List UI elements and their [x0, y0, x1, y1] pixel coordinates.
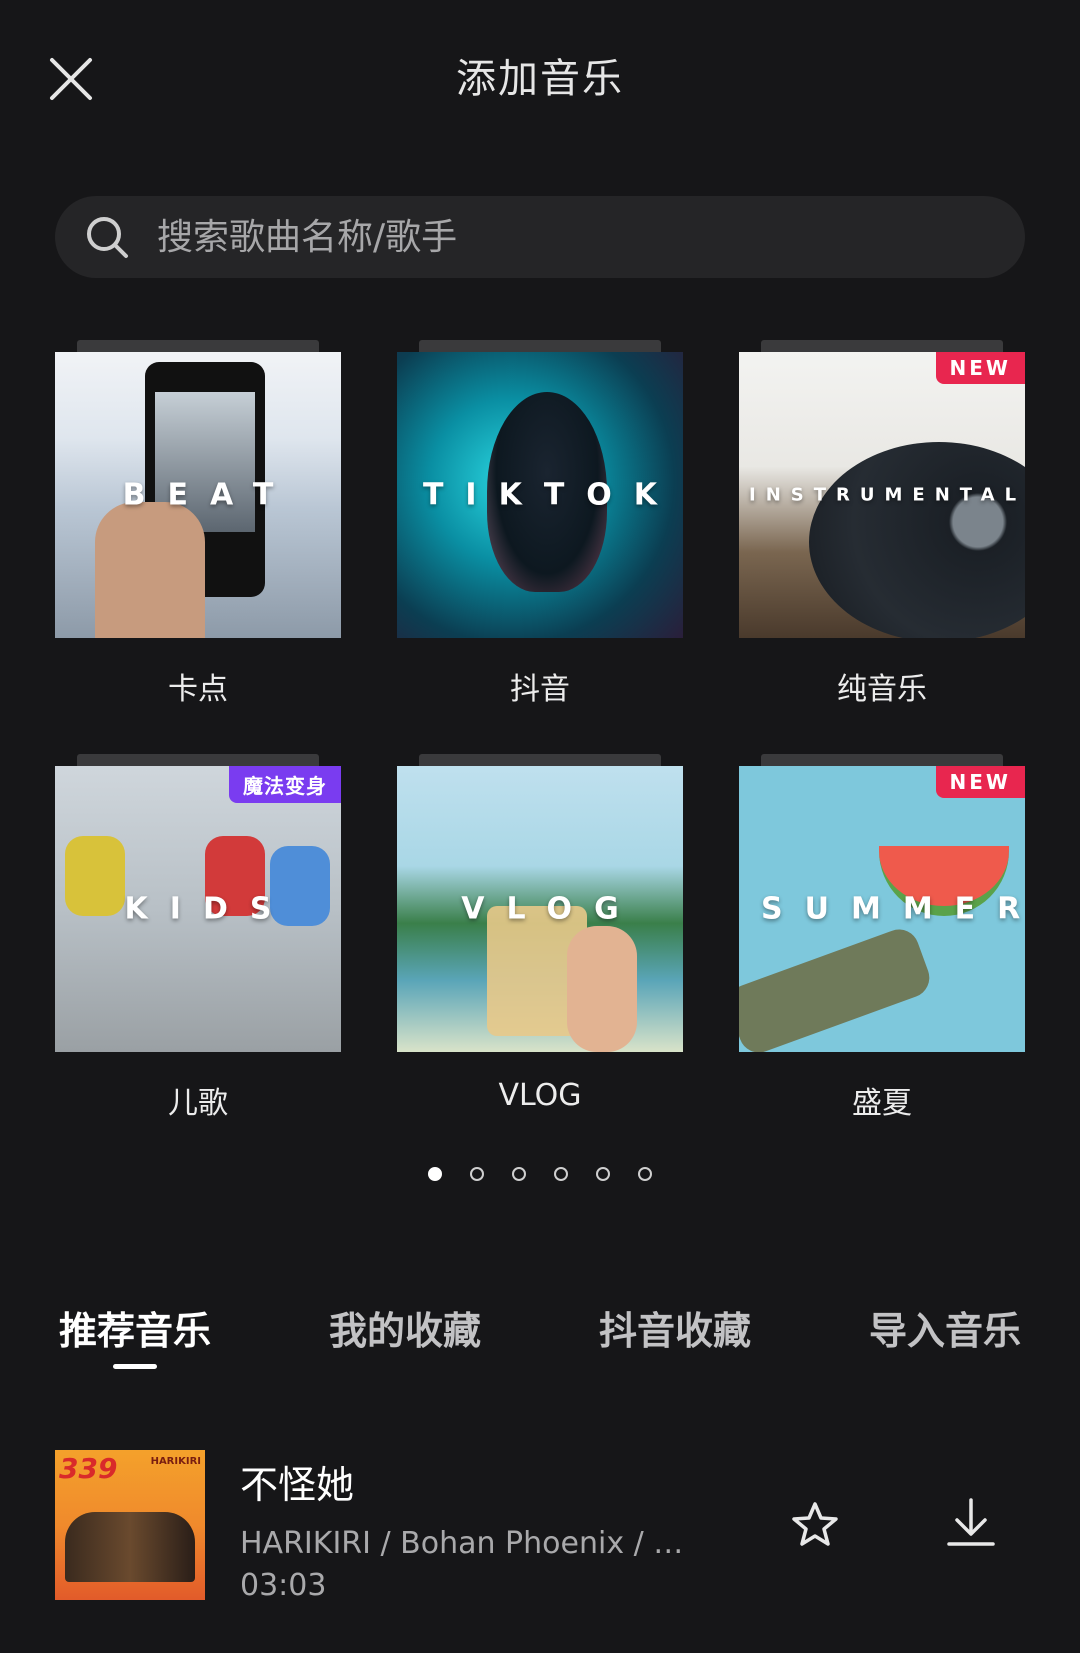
stack-edge [761, 340, 1003, 352]
song-artist: HARIKIRI / Bohan Phoenix / 马… [240, 1526, 700, 1561]
page-dot[interactable] [596, 1167, 610, 1181]
category-cover: BEAT [55, 352, 341, 638]
song-title: 不怪她 [240, 1463, 355, 1507]
category-tile-summer[interactable]: SUMMER NEW 盛夏 [739, 754, 1025, 1122]
new-badge: NEW [935, 766, 1025, 798]
cover-label: VLOG [461, 891, 641, 927]
tab-douyin-favorites[interactable]: 抖音收藏 [569, 1300, 781, 1355]
category-cover: TIKTOK [397, 352, 683, 638]
category-grid: BEAT 卡点 TIKTOK 抖音 INSTRUMENTAL NEW 纯音乐 K… [0, 340, 1080, 1122]
page-indicator [0, 1167, 1080, 1181]
tab-recommended[interactable]: 推荐音乐 [29, 1300, 241, 1369]
category-caption: 卡点 [168, 672, 228, 707]
category-caption: 纯音乐 [837, 672, 927, 707]
category-caption: 抖音 [510, 672, 570, 707]
category-caption: VLOG [498, 1078, 582, 1113]
search-bar[interactable] [55, 196, 1025, 278]
tab-label: 导入音乐 [868, 1309, 1021, 1353]
tab-label: 我的收藏 [328, 1309, 481, 1353]
magic-badge: 魔法变身 [229, 766, 341, 803]
stack-edge [419, 754, 661, 766]
cover-label: TIKTOK [422, 477, 680, 513]
page-dot[interactable] [470, 1167, 484, 1181]
song-list-item[interactable]: 339 HARIKIRI 不怪她 HARIKIRI / Bohan Phoeni… [0, 1450, 1080, 1610]
category-tile-instrumental[interactable]: INSTRUMENTAL NEW 纯音乐 [739, 340, 1025, 708]
stack-edge [419, 340, 661, 352]
arm-shape [739, 923, 935, 1052]
download-icon [947, 1498, 995, 1546]
song-cover: 339 HARIKIRI [55, 1450, 205, 1600]
page-dot[interactable] [512, 1167, 526, 1181]
category-cover: VLOG [397, 766, 683, 1052]
search-input[interactable] [155, 215, 939, 259]
cover-characters [65, 1512, 195, 1582]
category-caption: 儿歌 [168, 1086, 228, 1121]
vinyl-record [809, 442, 1025, 638]
star-icon [792, 1502, 838, 1546]
cover-label: SUMMER [761, 891, 1025, 927]
download-button[interactable] [945, 1496, 997, 1554]
stack-edge [77, 754, 319, 766]
stack-edge [77, 340, 319, 352]
tab-my-favorites[interactable]: 我的收藏 [299, 1300, 511, 1355]
cover-number: 339 [59, 1452, 118, 1485]
song-duration: 03:03 [240, 1568, 327, 1603]
page-title: 添加音乐 [456, 56, 624, 102]
page-dot-active[interactable] [428, 1167, 442, 1181]
new-badge: NEW [935, 352, 1025, 384]
category-tile-kids[interactable]: KIDS 魔法变身 儿歌 [55, 754, 341, 1122]
cover-subtext: HARIKIRI [150, 1456, 201, 1467]
category-tile-tiktok[interactable]: TIKTOK 抖音 [397, 340, 683, 708]
hand-shape [95, 502, 205, 638]
tab-underline [112, 1364, 157, 1369]
page-dot[interactable] [554, 1167, 568, 1181]
category-cover: SUMMER NEW [739, 766, 1025, 1052]
tab-label: 抖音收藏 [598, 1309, 751, 1353]
hand-shape [567, 926, 637, 1052]
cover-label: INSTRUMENTAL [749, 484, 1025, 506]
cover-label: KIDS [124, 891, 294, 927]
cover-label: BEAT [122, 477, 296, 513]
tab-import-music[interactable]: 导入音乐 [839, 1300, 1051, 1355]
category-cover: KIDS 魔法变身 [55, 766, 341, 1052]
music-tabs: 推荐音乐 我的收藏 抖音收藏 导入音乐 [0, 1300, 1080, 1369]
category-caption: 盛夏 [852, 1086, 912, 1121]
page-dot[interactable] [638, 1167, 652, 1181]
category-tile-beat[interactable]: BEAT 卡点 [55, 340, 341, 708]
category-tile-vlog[interactable]: VLOG VLOG [397, 754, 683, 1113]
category-cover: INSTRUMENTAL NEW [739, 352, 1025, 638]
search-icon [87, 217, 128, 258]
tab-label: 推荐音乐 [58, 1309, 211, 1353]
favorite-button[interactable] [790, 1500, 840, 1554]
stack-edge [761, 754, 1003, 766]
